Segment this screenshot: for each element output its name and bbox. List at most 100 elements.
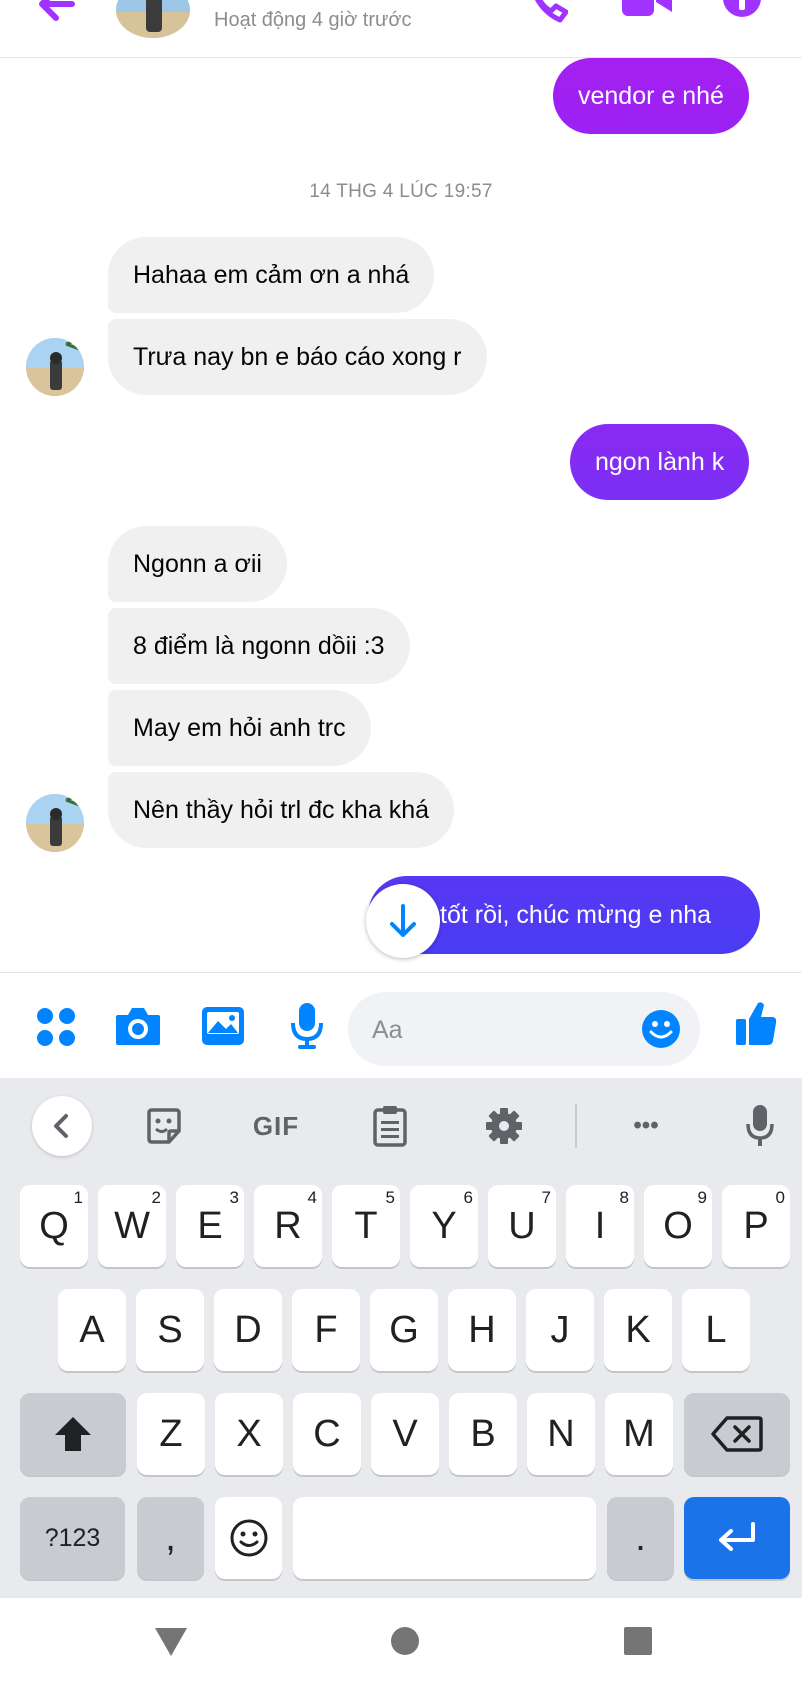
symbols-key[interactable]: ?123	[20, 1497, 125, 1579]
key-g[interactable]: G	[370, 1289, 438, 1371]
key-l[interactable]: L	[682, 1289, 750, 1371]
back-chevron-icon	[54, 1114, 68, 1138]
key-h[interactable]: H	[448, 1289, 516, 1371]
video-call-icon[interactable]	[622, 0, 672, 18]
settings-button[interactable]	[484, 1104, 524, 1148]
voice-input-button[interactable]	[742, 1104, 778, 1148]
nav-home-icon[interactable]	[390, 1626, 420, 1656]
active-status: Hoạt động 4 giờ trước	[214, 9, 412, 31]
message-bubble-incoming[interactable]: Trưa nay bn e báo cáo xong r	[108, 319, 487, 395]
nav-recents-icon[interactable]	[623, 1626, 653, 1656]
key-hint-number: 6	[463, 1188, 473, 1207]
contact-avatar[interactable]	[116, 0, 190, 38]
key-hint-number: 9	[697, 1188, 707, 1207]
key-hint-number: 7	[541, 1188, 551, 1207]
key-q[interactable]: Q1	[20, 1185, 88, 1267]
message-composer: Aa	[0, 972, 802, 1078]
key-d[interactable]: D	[214, 1289, 282, 1371]
key-hint-number: 2	[151, 1188, 161, 1207]
gallery-icon[interactable]	[200, 1005, 246, 1047]
key-s[interactable]: S	[136, 1289, 204, 1371]
key-label: W	[114, 1204, 150, 1247]
android-nav-bar	[0, 1598, 802, 1684]
menu-icon[interactable]	[36, 1007, 76, 1047]
emoji-icon[interactable]	[641, 1009, 681, 1049]
thumbs-up-icon[interactable]	[734, 999, 778, 1047]
key-label: O	[663, 1204, 693, 1247]
message-bubble-incoming[interactable]: Nên thầy hỏi trl đc kha khá	[108, 772, 454, 848]
soft-keyboard: G I F ••• Q 1 W 2 E 3 R 4 T 5 Y 6 U 7 I 8 …	[0, 1078, 802, 1598]
message-input-placeholder: Aa	[372, 1016, 403, 1044]
key-hint-number: 1	[73, 1188, 83, 1207]
message-bubble-incoming[interactable]: 8 điểm là ngonn dồii :3	[108, 608, 410, 684]
key-v[interactable]: V	[371, 1393, 439, 1475]
message-input[interactable]: Aa	[348, 992, 700, 1066]
emoji-key[interactable]	[215, 1497, 282, 1579]
nav-back-icon[interactable]	[154, 1627, 188, 1657]
key-b[interactable]: B	[449, 1393, 517, 1475]
message-bubble-outgoing[interactable]: ngon lành k	[570, 424, 750, 500]
key-label: I	[594, 1204, 606, 1247]
key-u[interactable]: U7	[488, 1185, 556, 1267]
key-m[interactable]: M	[605, 1393, 673, 1475]
toolbar-divider	[575, 1104, 577, 1148]
comma-key[interactable]: ,	[137, 1497, 204, 1579]
microphone-icon[interactable]	[290, 1001, 324, 1051]
key-k[interactable]: K	[604, 1289, 672, 1371]
scroll-to-bottom-button[interactable]	[366, 884, 440, 958]
settings-icon	[486, 1108, 522, 1144]
messenger-screen: Hoạt động 4 giờ trước vendor e nhé 14 TH…	[0, 0, 802, 1684]
period-key[interactable]: .	[607, 1497, 674, 1579]
key-j[interactable]: J	[526, 1289, 594, 1371]
keyboard-collapse-button[interactable]	[32, 1096, 92, 1156]
key-n[interactable]: N	[527, 1393, 595, 1475]
key-hint-number: 4	[307, 1188, 317, 1207]
key-c[interactable]: C	[293, 1393, 361, 1475]
gif-button[interactable]: GIF	[246, 1104, 306, 1148]
key-w[interactable]: W2	[98, 1185, 166, 1267]
key-i[interactable]: I8	[566, 1185, 634, 1267]
key-hint-number: 8	[619, 1188, 629, 1207]
key-z[interactable]: Z	[137, 1393, 205, 1475]
backspace-icon	[711, 1416, 763, 1452]
key-label: R	[274, 1204, 302, 1247]
sender-avatar[interactable]	[26, 338, 84, 396]
clipboard-button[interactable]	[370, 1104, 410, 1148]
sender-avatar[interactable]	[26, 794, 84, 852]
message-bubble-incoming[interactable]: Hahaa em cảm ơn a nhá	[108, 237, 435, 313]
key-label: P	[743, 1204, 769, 1247]
key-o[interactable]: O9	[644, 1185, 712, 1267]
key-a[interactable]: A	[58, 1289, 126, 1371]
sticker-button[interactable]	[142, 1104, 186, 1148]
message-bubble-outgoing[interactable]: vendor e nhé	[553, 58, 749, 134]
arrow-down-icon	[390, 904, 416, 937]
camera-icon[interactable]	[114, 1005, 162, 1047]
key-e[interactable]: E3	[176, 1185, 244, 1267]
info-icon[interactable]	[722, 0, 762, 18]
key-f[interactable]: F	[292, 1289, 360, 1371]
emoji-key-icon	[230, 1519, 267, 1557]
key-p[interactable]: P0	[722, 1185, 790, 1267]
message-bubble-incoming[interactable]: Ngonn a ơii	[108, 526, 287, 602]
key-y[interactable]: Y6	[410, 1185, 478, 1267]
clipboard-icon	[373, 1106, 407, 1147]
key-t[interactable]: T5	[332, 1185, 400, 1267]
back-arrow-icon[interactable]	[30, 0, 90, 30]
key-label: U	[508, 1204, 536, 1247]
enter-icon	[719, 1522, 755, 1551]
sticker-icon	[147, 1108, 181, 1144]
backspace-key[interactable]	[684, 1393, 790, 1475]
key-label: Y	[431, 1204, 457, 1247]
key-r[interactable]: R4	[254, 1185, 322, 1267]
key-x[interactable]: X	[215, 1393, 283, 1475]
space-key[interactable]	[293, 1497, 596, 1579]
key-label: E	[197, 1204, 223, 1247]
key-hint-number: 3	[229, 1188, 239, 1207]
phone-call-icon[interactable]	[528, 0, 568, 24]
more-options-button[interactable]: •••	[620, 1104, 672, 1148]
enter-key[interactable]	[684, 1497, 790, 1579]
message-bubble-incoming[interactable]: May em hỏi anh trc	[108, 690, 371, 766]
key-label: Q	[39, 1204, 69, 1247]
message-timestamp: 14 THG 4 LÚC 19:57	[309, 181, 493, 202]
shift-key[interactable]	[20, 1393, 126, 1475]
